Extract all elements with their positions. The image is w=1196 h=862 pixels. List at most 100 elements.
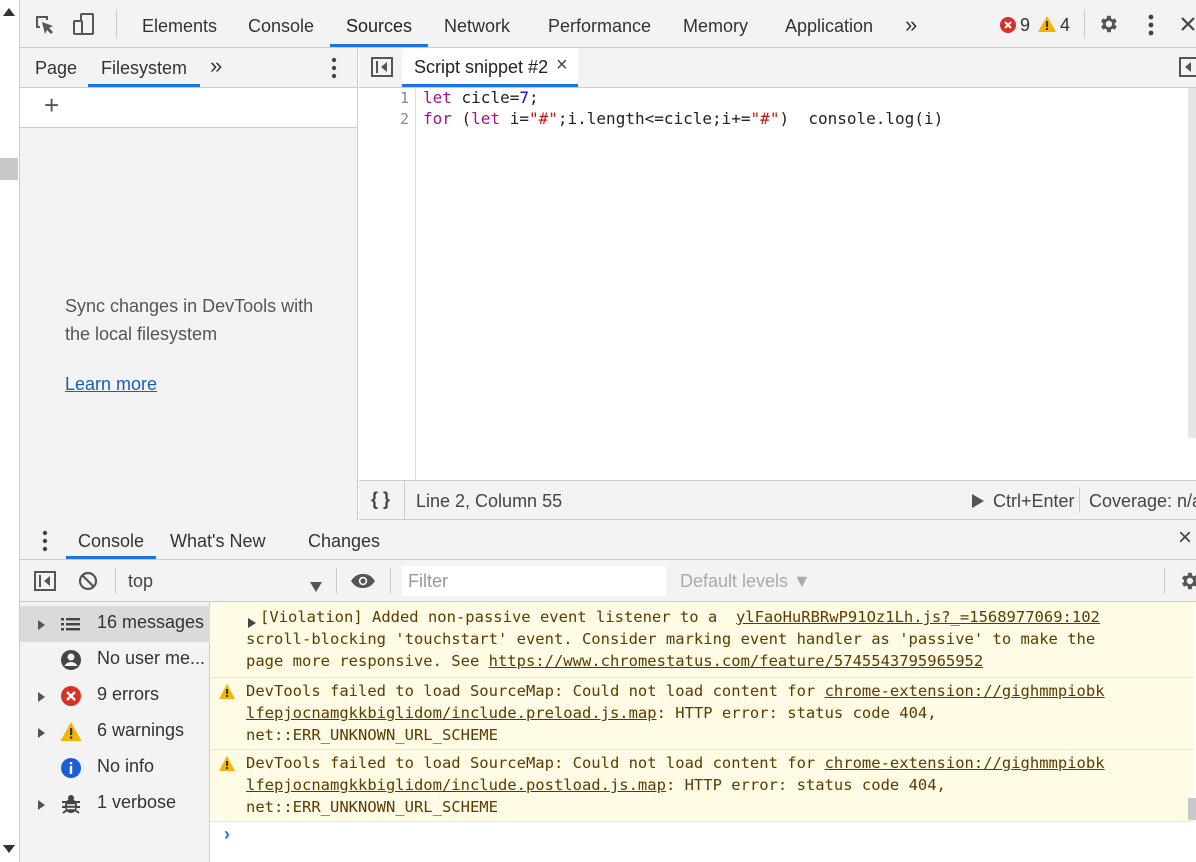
drawer-tab-whats-new[interactable]: What's New [170,520,265,559]
warning-icon [219,755,235,777]
console-filter-input[interactable]: Filter [402,566,666,596]
add-folder-bar: + [20,88,358,128]
close-devtools-icon[interactable] [1180,16,1196,37]
warning-icon [60,721,82,743]
warning-error-code: net::ERR_UNKNOWN_URL_SCHEME [246,798,498,816]
sidebar-item-label: 6 warnings [97,720,185,740]
show-console-sidebar-icon[interactable] [34,571,56,596]
console-sidebar: 16 messages No user me... 9 errors 6 war… [20,602,210,862]
pretty-print-button[interactable]: { } [371,489,390,510]
console-messages[interactable]: [Violation] Added non-passive event list… [210,602,1196,862]
error-count[interactable]: 9 [1020,15,1030,36]
inspect-element-icon[interactable] [34,14,56,41]
sidebar-item-warnings[interactable]: 6 warnings [20,714,210,750]
sidebar-item-label: No info [97,756,155,776]
bug-icon [60,793,82,815]
console-settings-gear-icon[interactable] [1178,570,1196,597]
expand-arrow-icon[interactable] [38,692,45,702]
tab-application[interactable]: Application [785,0,873,47]
context-selector[interactable]: top [128,571,153,592]
code-editor[interactable]: 1 2 let cicle=7; for (let i="#";i.length… [359,88,1196,480]
tab-performance[interactable]: Performance [548,0,651,47]
editor-scrollbar[interactable] [1188,88,1196,438]
tab-memory[interactable]: Memory [683,0,748,47]
console-prompt[interactable]: › [224,824,230,845]
warning-text: DevTools failed to load SourceMap: Could… [246,754,825,772]
coverage-status: Coverage: n/a [1089,491,1196,511]
error-icon [60,685,82,707]
drawer-tabbar: Console What's New Changes × [20,520,1196,560]
add-folder-button[interactable]: + [44,90,59,121]
scroll-down-arrow-icon[interactable] [3,845,15,853]
context-dropdown-icon[interactable] [310,576,322,597]
chromestatus-link[interactable]: https://www.chromestatus.com/feature/574… [489,652,984,670]
sidebar-item-user-messages[interactable]: No user me... [20,642,210,678]
sourcemap-link-cont[interactable]: lfepjocnamgkkbiglidom/include.postload.j… [246,776,666,794]
tab-script-snippet[interactable]: Script snippet #2 × [402,48,578,87]
violation-source-link[interactable]: ylFaoHuRBRwP91Oz1Lh.js?_=1568977069:102 [736,608,1100,626]
learn-more-link[interactable]: Learn more [65,374,157,395]
scroll-up-arrow-icon[interactable] [3,8,15,16]
sidebar-item-info[interactable]: No info [20,750,210,786]
tab-elements[interactable]: Elements [142,0,217,47]
sourcemap-link-cont[interactable]: lfepjocnamgkkbiglidom/include.preload.js… [246,704,657,722]
warning-suffix: : HTTP error: status code 404, [665,776,946,794]
expand-arrow-icon[interactable] [38,800,45,810]
filesystem-panel: Sync changes in DevTools with the local … [20,128,358,520]
device-toolbar-icon[interactable] [72,12,96,41]
scrollbar-thumb[interactable] [0,158,18,180]
sync-description: Sync changes in DevTools with the local … [65,296,314,344]
sourcemap-link[interactable]: chrome-extension://gighmmpiobk [825,754,1105,772]
tab-page[interactable]: Page [35,48,77,87]
navigator-more-icon[interactable]: » [210,48,222,87]
console-toolbar: top Filter Default levels ▼ [20,560,1196,602]
line-number: 1 [399,89,409,107]
toggle-debugger-icon[interactable] [1179,57,1196,82]
expand-arrow-icon[interactable] [38,728,45,738]
settings-gear-icon[interactable] [1097,13,1119,40]
drawer-tab-console[interactable]: Console [66,520,156,559]
live-expression-eye-icon[interactable] [350,573,376,594]
drawer-tab-changes[interactable]: Changes [308,520,380,559]
error-count-icon[interactable] [1000,17,1016,38]
close-tab-icon[interactable]: × [556,54,568,77]
sidebar-item-label: 1 verbose [97,792,177,812]
close-drawer-icon[interactable]: × [1178,524,1192,552]
more-options-icon[interactable] [1148,14,1154,41]
tab-console[interactable]: Console [248,0,314,47]
editor-tabbar: Script snippet #2 × [359,48,1196,88]
tab-network[interactable]: Network [444,0,510,47]
page-scrollbar[interactable] [0,0,20,862]
tab-filesystem[interactable]: Filesystem [88,48,200,87]
sidebar-item-errors[interactable]: 9 errors [20,678,210,714]
line-number: 2 [399,110,409,128]
sidebar-item-messages[interactable]: 16 messages [20,606,210,642]
sidebar-item-label: No user me... [97,648,206,668]
navigator-menu-icon[interactable] [331,57,337,84]
run-snippet-icon[interactable] [971,493,985,514]
user-icon [60,649,82,671]
code-line-1[interactable]: let cicle=7; [423,88,539,107]
sidebar-item-label: 16 messages [97,612,205,632]
navigator-tabbar: Page Filesystem » [20,48,358,88]
drawer-menu-icon[interactable] [42,530,48,557]
expand-arrow-icon[interactable] [38,620,45,630]
run-shortcut[interactable]: Ctrl+Enter [993,491,1075,512]
more-tabs-icon[interactable]: » [905,0,917,47]
tab-sources[interactable]: Sources [330,0,428,47]
sourcemap-link[interactable]: chrome-extension://gighmmpiobk [825,682,1105,700]
violation-line-3: page more responsive. See [246,652,489,670]
code-line-2[interactable]: for (let i="#";i.length<=cicle;i+="#") c… [423,109,943,128]
warning-icon [219,683,235,705]
clear-console-icon[interactable] [78,571,98,596]
toggle-navigator-icon[interactable] [371,57,393,82]
console-message-warning[interactable]: DevTools failed to load SourceMap: Could… [210,750,1194,822]
console-scrollbar[interactable] [1188,798,1196,820]
console-message-warning[interactable]: DevTools failed to load SourceMap: Could… [210,678,1194,750]
sidebar-item-verbose[interactable]: 1 verbose [20,786,210,822]
console-message-violation[interactable]: [Violation] Added non-passive event list… [210,602,1194,678]
warning-count-icon[interactable] [1038,16,1056,37]
warning-suffix: : HTTP error: status code 404, [656,704,937,722]
log-levels-dropdown[interactable]: Default levels ▼ [680,571,811,592]
warning-count[interactable]: 4 [1060,15,1070,36]
